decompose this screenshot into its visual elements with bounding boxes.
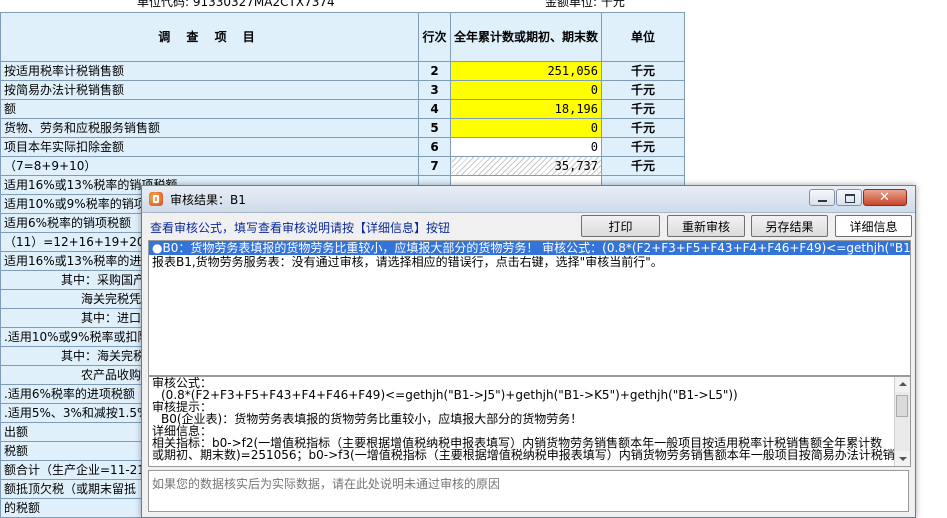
row-item: （7=8+9+10） — [0, 156, 419, 176]
result-row-selected[interactable]: ●B0：货物劳务表填报的货物劳务比重较小，应填报大部分的货物劳务！ 审核公式：(… — [149, 241, 910, 255]
table-row: （7=8+9+10） 7 35,737 千元 — [0, 156, 686, 176]
row-unit: 千元 — [601, 118, 686, 138]
result-row[interactable]: 报表B1,货物劳务服务表：没有通过审核，请选择相应的错误行，点击右键，选择"审核… — [149, 255, 910, 269]
row-item: 按适用税率计税销售额 — [0, 61, 419, 81]
header-amount: 全年累计数或期初、期末数 — [449, 12, 603, 62]
row-number: 5 — [418, 118, 451, 138]
scroll-down-icon[interactable] — [895, 451, 910, 466]
scroll-up-icon[interactable] — [895, 377, 910, 392]
maximize-icon — [845, 194, 855, 203]
row-number: 6 — [418, 137, 451, 157]
dialog-title: 审核结果：B1 — [170, 193, 246, 207]
detail-scrollbar[interactable] — [894, 377, 910, 466]
row-value-cell[interactable]: 251,056 — [449, 61, 603, 81]
print-button[interactable]: 打印 — [581, 215, 660, 237]
close-button[interactable]: ✕ — [863, 189, 907, 206]
row-unit: 千元 — [601, 61, 686, 81]
table-row: 按适用税率计税销售额 2 251,056 千元 — [0, 61, 686, 81]
table-row: 货物、劳务和应税服务销售额 5 0 千元 — [0, 118, 686, 138]
row-item: 按简易办法计税销售额 — [0, 80, 419, 100]
header-item: 调 查 项 目 — [0, 12, 419, 62]
close-icon: ✕ — [879, 190, 890, 205]
dialog-hint: 查看审核公式，填写查看审核说明请按【详细信息】按钮 — [150, 221, 451, 235]
formula-text: (0.8*(F2+F3+F5+F43+F4+F46+F49)<=gethjh("… — [161, 388, 738, 402]
table-header-row: 调 查 项 目 行次 全年累计数或期初、期末数 单位 — [0, 12, 686, 62]
row-value-cell[interactable]: 0 — [449, 137, 603, 157]
row-value-cell[interactable]: 0 — [449, 118, 603, 138]
table-row: 按简易办法计税销售额 3 0 千元 — [0, 80, 686, 100]
audit-result-dialog[interactable]: 审核结果：B1 ✕ 查看审核公式，填写查看审核说明请按【详细信息】按钮 打印 重… — [141, 185, 916, 518]
scroll-thumb[interactable] — [896, 395, 908, 417]
detail-info-button[interactable]: 详细信息 — [835, 215, 912, 237]
audit-detail-pane[interactable]: 审核公式： (0.8*(F2+F3+F5+F43+F4+F46+F49)<=ge… — [148, 376, 911, 467]
row-item: 货物、劳务和应税服务销售额 — [0, 118, 419, 138]
table-row: 项目本年实际扣除金额 6 0 千元 — [0, 137, 686, 157]
row-unit: 千元 — [601, 99, 686, 119]
form-amount-unit: 金额单位: 千元 — [545, 0, 625, 9]
app-icon — [149, 192, 163, 206]
failure-reason-input[interactable] — [148, 470, 909, 512]
recheck-button[interactable]: 重新审核 — [667, 215, 745, 237]
form-unit-code: 单位代码: 91330327MA2CTX7374 — [137, 0, 335, 9]
info-line-2: 或期初、期末数)=251056；b0->f3(一增值税指标（主要根据增值税纳税申… — [152, 448, 895, 462]
row-item: 额 — [0, 99, 419, 119]
dialog-titlebar[interactable]: 审核结果：B1 ✕ — [142, 186, 915, 213]
maximize-button[interactable] — [836, 189, 862, 206]
tip-text: B0(企业表)：货物劳务表填报的货物劳务比重较小，应填报大部分的货物劳务！ — [161, 412, 583, 426]
row-number: 3 — [418, 80, 451, 100]
row-value-cell[interactable]: 18,196 — [449, 99, 603, 119]
row-unit: 千元 — [601, 80, 686, 100]
row-value-cell[interactable]: 0 — [449, 80, 603, 100]
row-item: 项目本年实际扣除金额 — [0, 137, 419, 157]
minimize-button[interactable] — [809, 189, 835, 206]
table-row: 额 4 18,196 千元 — [0, 99, 686, 119]
header-row-no: 行次 — [418, 12, 451, 62]
row-number: 4 — [418, 99, 451, 119]
row-unit: 千元 — [601, 156, 686, 176]
header-unit: 单位 — [601, 12, 686, 62]
row-value-cell[interactable]: 35,737 — [449, 156, 603, 176]
row-unit: 千元 — [601, 137, 686, 157]
row-number: 2 — [418, 61, 451, 81]
audit-results-list[interactable]: ●B0：货物劳务表填报的货物劳务比重较小，应填报大部分的货物劳务！ 审核公式：(… — [148, 240, 911, 376]
save-result-button[interactable]: 另存结果 — [751, 215, 828, 237]
row-number: 7 — [418, 156, 451, 176]
minimize-icon — [818, 200, 827, 202]
